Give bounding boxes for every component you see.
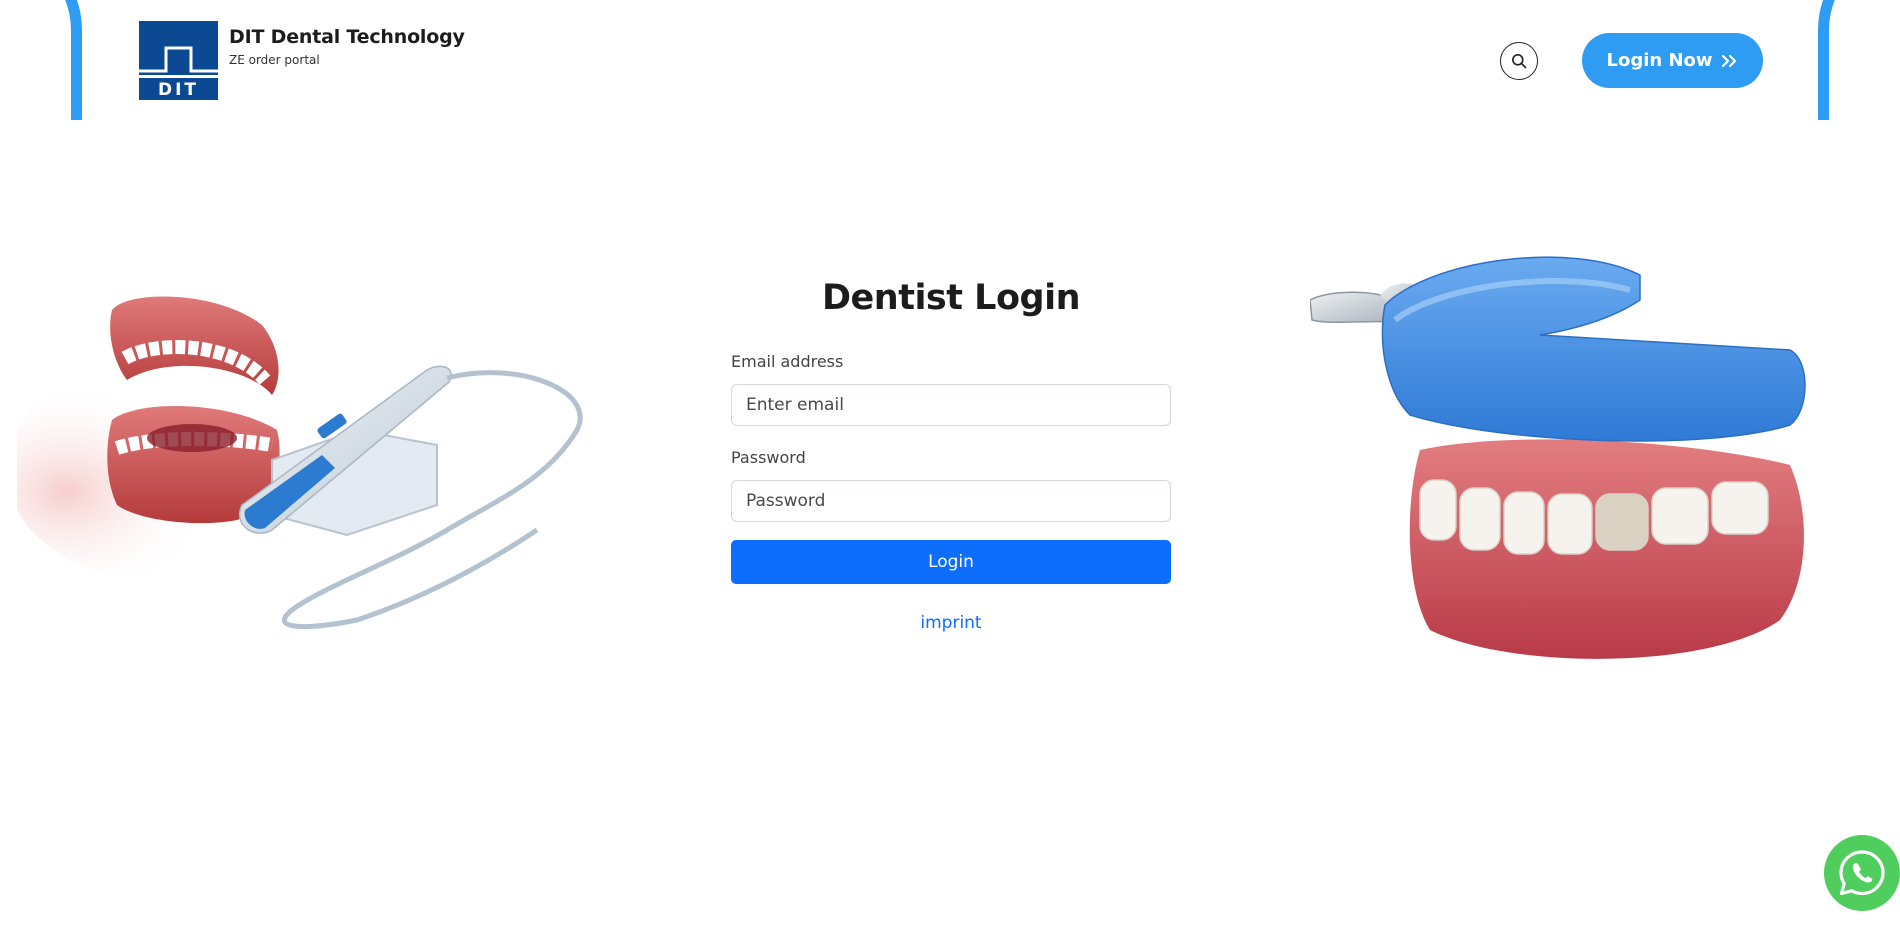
search-button[interactable] (1500, 42, 1538, 80)
impression-tray-jaw-image (1310, 256, 1806, 659)
whatsapp-button[interactable] (1824, 835, 1900, 911)
login-page: DIT DIT Dental Technology ZE order porta… (0, 0, 1900, 927)
page-title: Dentist Login (822, 278, 1081, 318)
brand-name: DIT Dental Technology (229, 26, 465, 48)
search-icon (1512, 54, 1527, 69)
decorative-arc-right (1818, 0, 1900, 120)
brand-subtitle: ZE order portal (229, 53, 320, 67)
dental-jaw-scanner-image (17, 270, 617, 660)
double-chevron-right-icon (1721, 54, 1736, 67)
decorative-arc-left (0, 0, 82, 120)
login-now-button[interactable]: Login Now (1582, 33, 1763, 88)
password-field[interactable] (731, 480, 1171, 522)
dit-logo-mark: DIT (139, 21, 218, 100)
login-button[interactable]: Login (731, 540, 1171, 584)
imprint-link[interactable]: imprint (731, 613, 1171, 633)
logo-text: DIT (158, 80, 199, 100)
email-label: Email address (731, 352, 844, 371)
whatsapp-icon (1839, 850, 1885, 896)
password-label: Password (731, 448, 806, 467)
dit-logo[interactable]: DIT (139, 21, 218, 100)
email-field[interactable] (731, 384, 1171, 426)
login-now-label: Login Now (1606, 50, 1713, 71)
